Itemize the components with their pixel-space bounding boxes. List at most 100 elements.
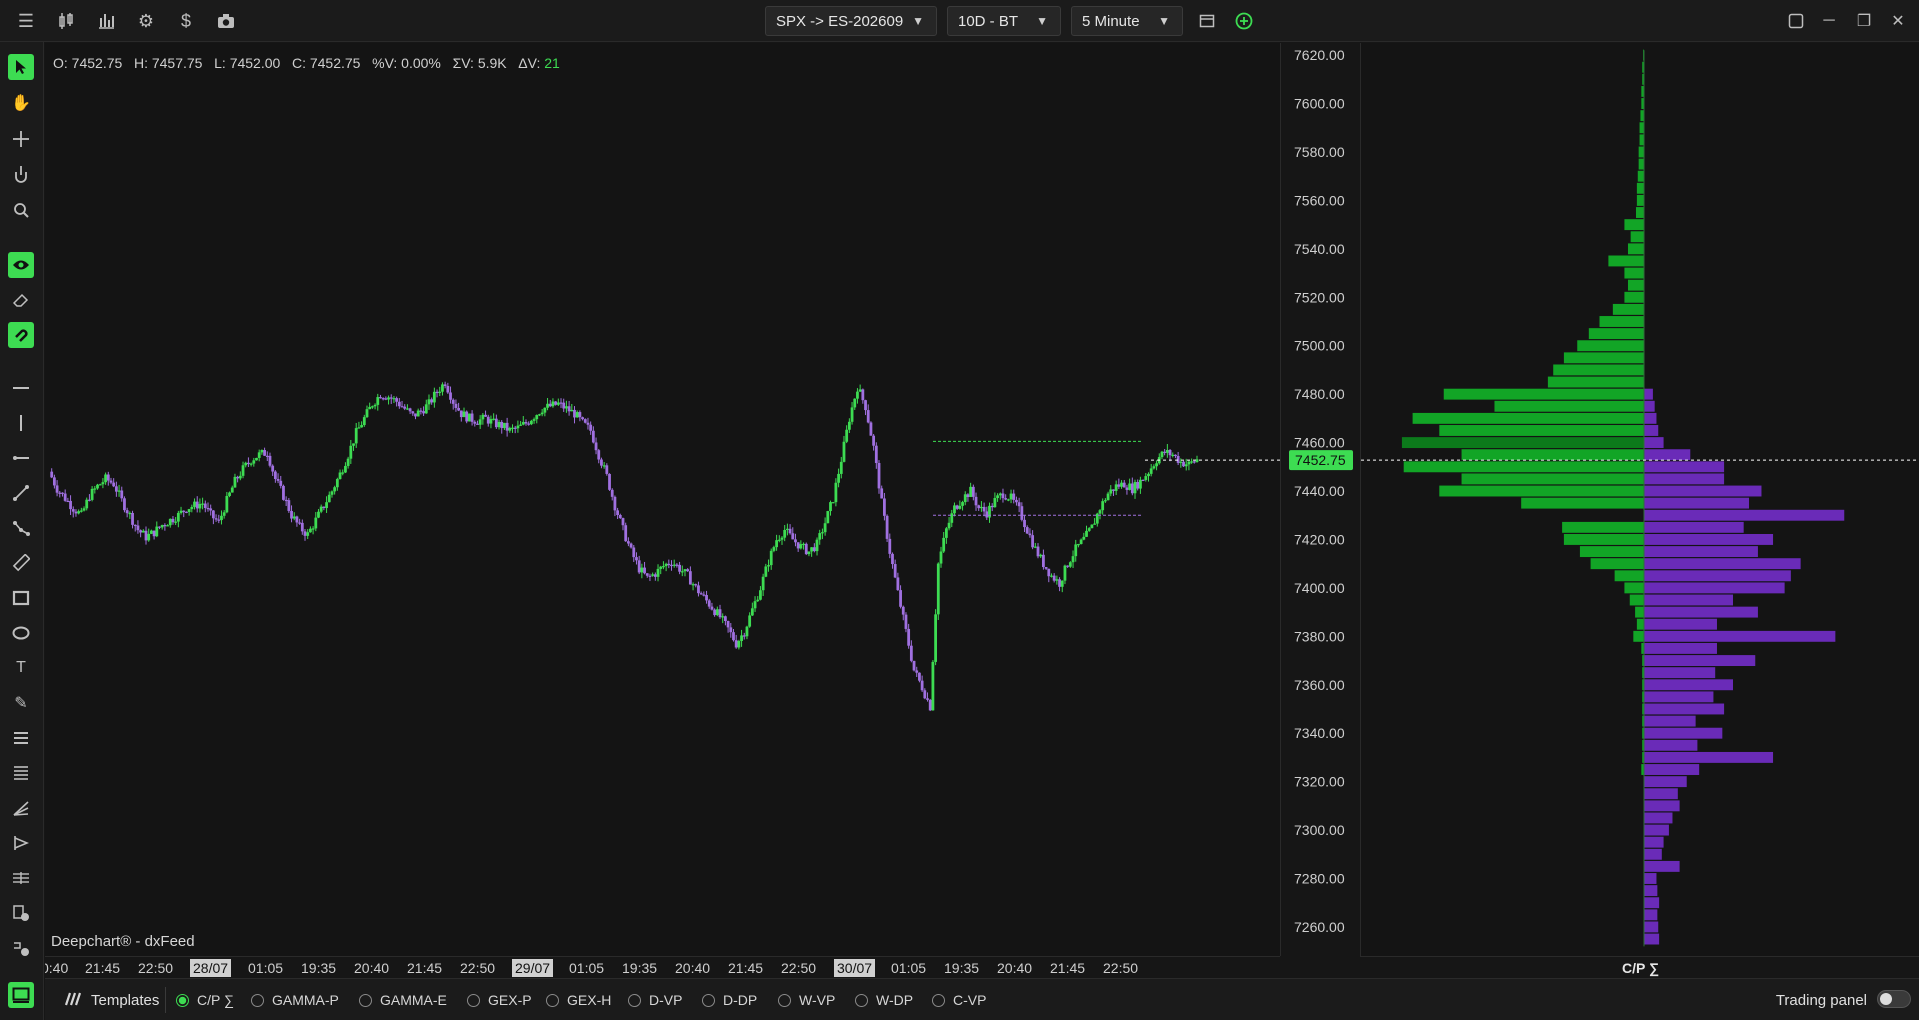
candle-body: [567, 406, 571, 412]
layout-toggle-icon[interactable]: [8, 982, 34, 1008]
lines-icon[interactable]: [8, 725, 34, 751]
trend-line-icon[interactable]: [8, 480, 34, 506]
ruler-icon[interactable]: [8, 550, 34, 576]
strategy-icon[interactable]: [8, 935, 34, 961]
channel-icon[interactable]: [8, 865, 34, 891]
candle-body: [1192, 461, 1196, 463]
template-option-cp-sum[interactable]: C/P ∑: [176, 992, 234, 1008]
candle-body: [608, 473, 611, 490]
template-option-w-dp[interactable]: W-DP: [855, 992, 913, 1008]
time-tick-label: 19:35: [944, 960, 979, 976]
settings-gear-icon[interactable]: ⚙: [134, 9, 158, 33]
candle-body: [211, 510, 215, 519]
template-option-gamma-e[interactable]: GAMMA-E: [359, 992, 447, 1008]
candle-body: [241, 465, 245, 476]
candle-body: [548, 403, 552, 407]
magnet-cursor-icon[interactable]: [8, 161, 34, 187]
close-icon[interactable]: ✕: [1886, 9, 1910, 33]
add-chart-icon[interactable]: [1232, 9, 1256, 33]
candle-body: [551, 401, 555, 407]
horizontal-line-icon[interactable]: [8, 375, 34, 401]
call-profile-bar: [1638, 158, 1644, 170]
restore-icon[interactable]: ❐: [1852, 9, 1876, 33]
candle-body: [732, 632, 735, 641]
put-profile-bar: [1644, 873, 1657, 884]
candle-body: [880, 488, 884, 499]
candle-body: [772, 547, 776, 551]
candle-body: [403, 406, 407, 409]
template-option-d-vp[interactable]: D-VP: [628, 992, 682, 1008]
interval-dropdown[interactable]: 5 Minute ▼: [1071, 6, 1183, 36]
price-axis[interactable]: 7620.00 7600.00 7580.00 7560.00 7540.00 7520.…: [1280, 43, 1360, 956]
dollar-icon[interactable]: $: [174, 9, 198, 33]
zoom-search-icon[interactable]: [8, 197, 34, 223]
candle-body: [686, 569, 690, 572]
path-line-icon[interactable]: [8, 515, 34, 541]
templates-icon[interactable]: [63, 991, 82, 1012]
fan-icon[interactable]: [8, 795, 34, 821]
ray-line-icon[interactable]: [8, 445, 34, 471]
candlestick-icon[interactable]: [54, 9, 78, 33]
bar-chart-icon[interactable]: [94, 9, 118, 33]
candle-body: [430, 399, 434, 403]
ellipse-icon[interactable]: [8, 620, 34, 646]
price-chart-area[interactable]: O: 7452.75 H: 7457.75 L: 7452.00 C: 7452…: [45, 43, 1280, 956]
range-dropdown[interactable]: 10D - BT ▼: [947, 6, 1061, 36]
candle-body: [176, 512, 180, 522]
visibility-eye-icon[interactable]: [8, 252, 34, 278]
candle-body: [1052, 575, 1056, 581]
template-option-gex-p[interactable]: GEX-P: [467, 992, 532, 1008]
candle-body: [1044, 567, 1048, 569]
rectangle-icon[interactable]: [8, 585, 34, 611]
menu-icon[interactable]: ☰: [14, 9, 38, 33]
profile-label-bar: C/P ∑: [1360, 956, 1919, 978]
trading-panel-toggle[interactable]: [1877, 990, 1911, 1008]
projection-icon[interactable]: [8, 830, 34, 856]
fibonacci-icon[interactable]: [8, 760, 34, 786]
text-tool-icon[interactable]: T: [8, 655, 34, 681]
candle-body: [1036, 546, 1040, 557]
candle-body: [1001, 493, 1005, 499]
eraser-icon[interactable]: [8, 287, 34, 313]
order-entry-icon[interactable]: [8, 900, 34, 926]
minimize-icon[interactable]: ─: [1817, 9, 1841, 33]
top-toolbar: ☰ ⚙ $ SPX -> ES-202609 ▼ 10D - BT ▼ 5 Mi…: [0, 0, 1919, 42]
panel-icon[interactable]: [1784, 9, 1808, 33]
option-label: GEX-P: [488, 992, 532, 1008]
candle-body: [1074, 544, 1078, 557]
camera-icon[interactable]: [214, 9, 238, 33]
candle-body: [411, 411, 415, 414]
candle-body: [573, 409, 576, 418]
time-axis[interactable]: 0:40 21:45 22:50 28/07 01:05 19:35 20:40 21:45 2…: [45, 956, 1280, 978]
template-option-w-vp[interactable]: W-VP: [778, 992, 835, 1008]
crosshair-icon[interactable]: [8, 126, 34, 152]
candle-body: [360, 425, 364, 428]
candle-body: [780, 537, 784, 540]
candle-body: [400, 406, 404, 408]
candle-body: [1033, 546, 1037, 548]
window-layout-icon[interactable]: [1195, 9, 1219, 33]
candle-body: [839, 461, 843, 474]
template-option-gex-h[interactable]: GEX-H: [546, 992, 611, 1008]
candle-body: [610, 489, 614, 497]
put-profile-bar: [1644, 461, 1725, 473]
put-profile-bar: [1644, 812, 1673, 824]
symbol-dropdown[interactable]: SPX -> ES-202609 ▼: [765, 6, 937, 36]
put-profile-bar: [1644, 727, 1723, 739]
template-option-d-dp[interactable]: D-DP: [702, 992, 757, 1008]
divider: [165, 987, 166, 1013]
range-value: 10D - BT: [958, 12, 1019, 30]
templates-label[interactable]: Templates: [91, 992, 159, 1009]
pencil-icon[interactable]: ✎: [8, 690, 34, 716]
candle-body: [71, 509, 75, 512]
candle-body: [715, 609, 719, 616]
magnet-snap-icon[interactable]: [8, 322, 34, 348]
template-option-gamma-p[interactable]: GAMMA-P: [251, 992, 339, 1008]
hand-pan-icon[interactable]: ✋: [8, 90, 34, 116]
candle-body: [449, 392, 452, 400]
pointer-tool-icon[interactable]: [8, 54, 34, 80]
candle-body: [1187, 461, 1191, 465]
template-option-c-vp[interactable]: C-VP: [932, 992, 986, 1008]
call-profile-bar: [1577, 340, 1644, 352]
vertical-line-icon[interactable]: [8, 410, 34, 436]
